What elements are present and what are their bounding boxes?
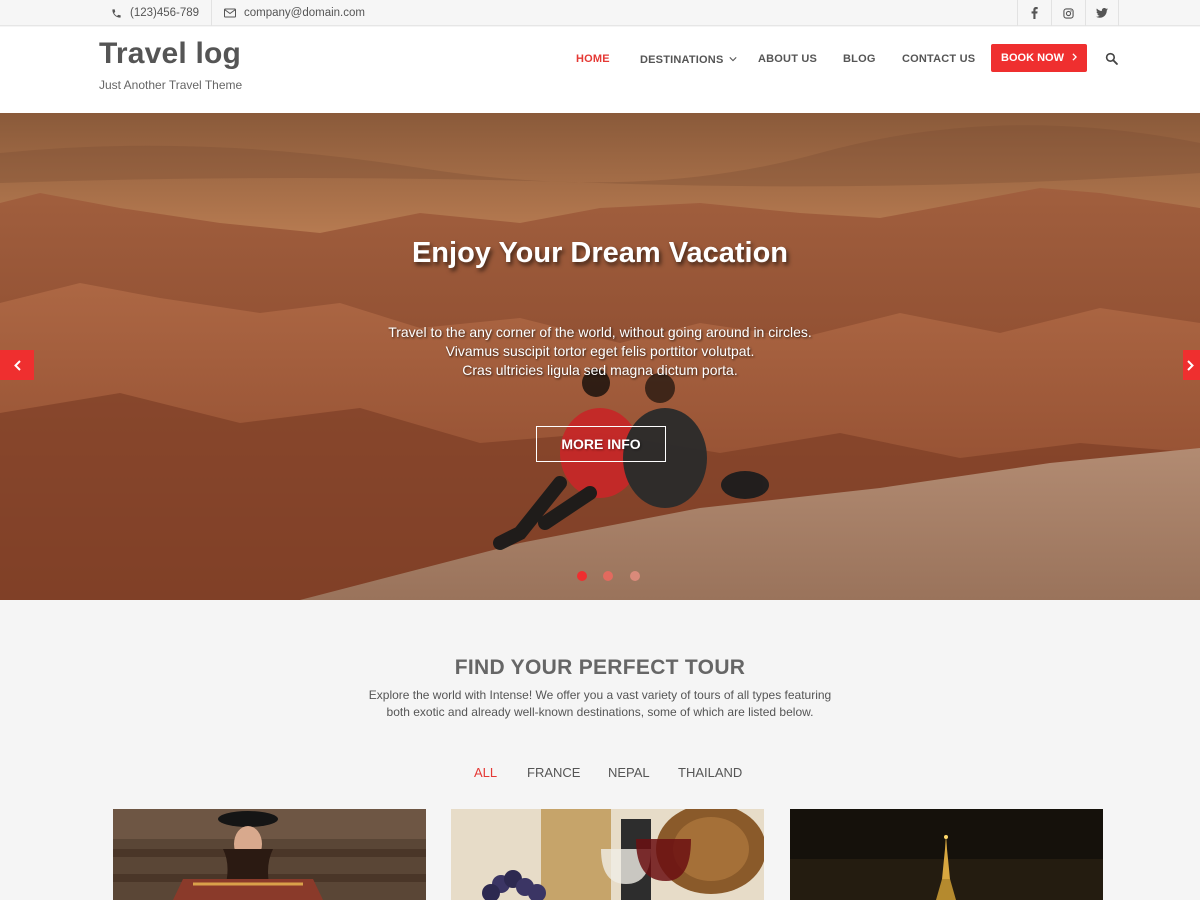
section-description: Explore the world with Intense! We offer… <box>368 688 832 702</box>
search-icon[interactable] <box>1105 52 1119 66</box>
more-info-button[interactable]: MORE INFO <box>536 426 666 462</box>
book-now-button[interactable]: BOOK NOW <box>991 44 1087 72</box>
nav-destinations[interactable]: DESTINATIONS <box>640 53 738 66</box>
tour-card[interactable] <box>790 809 1103 900</box>
filter-nepal[interactable]: NEPAL <box>608 765 650 780</box>
chevron-left-icon <box>13 359 21 371</box>
tours-section: FIND YOUR PERFECT TOUR Explore the world… <box>0 600 1200 900</box>
instagram-link[interactable] <box>1051 0 1085 26</box>
hero-slider: Enjoy Your Dream Vacation Travel to the … <box>0 113 1200 600</box>
hero-title: Enjoy Your Dream Vacation <box>411 237 789 269</box>
book-now-label: BOOK NOW <box>1001 52 1064 64</box>
nav-blog[interactable]: BLOG <box>843 53 876 65</box>
email-text: company@domain.com <box>244 7 365 19</box>
site-header: Travel log Just Another Travel Theme HOM… <box>0 27 1200 113</box>
hero-text-line: Cras ultricies ligula sed magna dictum p… <box>462 362 738 378</box>
facebook-icon <box>1031 7 1038 19</box>
section-description: both exotic and already well-known desti… <box>386 705 814 719</box>
site-title[interactable]: Travel log <box>99 37 241 71</box>
slider-dot-active[interactable] <box>577 571 587 581</box>
nav-contact-us[interactable]: CONTACT US <box>902 53 975 65</box>
slider-next-button[interactable] <box>1183 350 1200 380</box>
twitter-link[interactable] <box>1085 0 1119 26</box>
nav-destinations-label: DESTINATIONS <box>640 54 724 66</box>
chevron-right-icon <box>1072 52 1077 64</box>
tour-card-image <box>451 809 764 900</box>
top-bar: (123)456-789 company@domain.com <box>0 0 1200 26</box>
hero-text-line: Vivamus suscipit tortor eget felis portt… <box>445 343 755 359</box>
twitter-icon <box>1096 8 1108 18</box>
phone-icon <box>110 7 122 19</box>
phone-contact[interactable]: (123)456-789 <box>110 0 212 26</box>
slider-prev-button[interactable] <box>0 350 34 380</box>
phone-text: (123)456-789 <box>130 7 200 19</box>
tour-card[interactable] <box>451 809 764 900</box>
nav-home[interactable]: HOME <box>576 53 610 65</box>
tour-card[interactable] <box>113 809 426 900</box>
tour-card-image <box>790 809 1103 900</box>
site-tagline: Just Another Travel Theme <box>99 78 243 92</box>
filter-france[interactable]: FRANCE <box>527 765 580 780</box>
filter-thailand[interactable]: THAILAND <box>678 765 742 780</box>
hero-text-line: Travel to the any corner of the world, w… <box>388 324 812 340</box>
tour-card-image <box>113 809 426 900</box>
chevron-down-icon <box>729 53 738 65</box>
slider-dot[interactable] <box>603 571 613 581</box>
instagram-icon <box>1063 7 1074 19</box>
facebook-link[interactable] <box>1017 0 1051 26</box>
slider-dot[interactable] <box>630 571 640 581</box>
chevron-right-icon <box>1187 359 1194 371</box>
filter-all[interactable]: ALL <box>474 765 497 780</box>
nav-about-us[interactable]: ABOUT US <box>758 53 817 65</box>
envelope-icon <box>224 7 236 19</box>
section-title: FIND YOUR PERFECT TOUR <box>454 656 746 679</box>
email-contact[interactable]: company@domain.com <box>224 0 365 26</box>
